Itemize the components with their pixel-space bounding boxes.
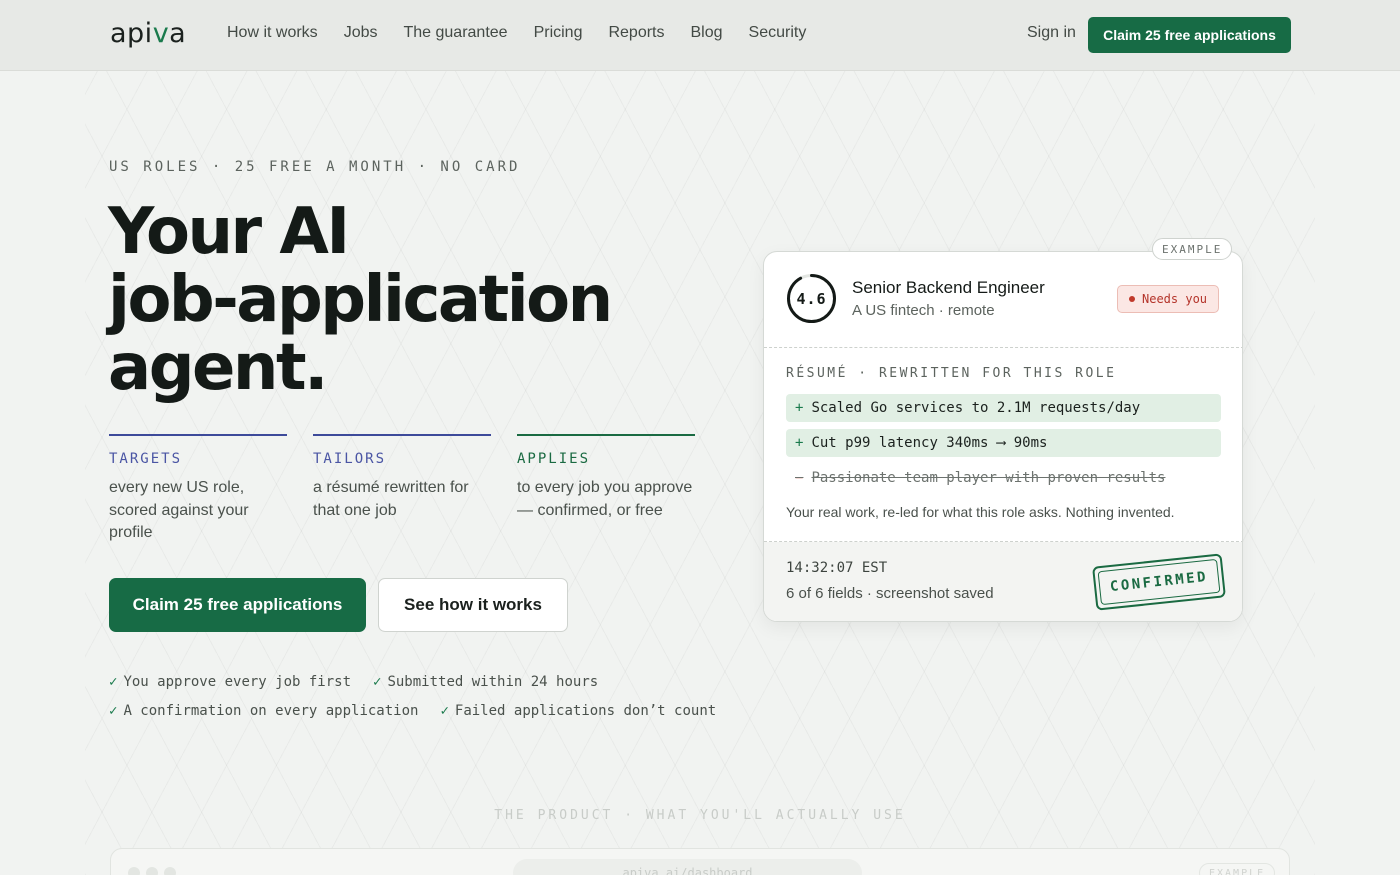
resume-label: RÉSUMÉ · REWRITTEN FOR THIS ROLE (786, 366, 1117, 381)
feature-text: a résumé rewritten for that one job (313, 479, 469, 519)
check-icon: ✓ (373, 673, 382, 690)
feature-title: TARGETS (109, 451, 183, 467)
fields-summary: 6 of 6 fields · screenshot saved (786, 585, 994, 602)
nav-link-pricing[interactable]: Pricing (534, 24, 583, 42)
guarantee-checklist: ✓ You approve every job first ✓ Submitted … (109, 667, 716, 725)
check-icon: ✓ (440, 702, 449, 719)
claim-applications-button[interactable]: Claim 25 free applications (109, 578, 366, 632)
resume-line-added: + Scaled Go services to 2.1M requests/day (786, 394, 1221, 422)
window-controls (128, 867, 176, 875)
check-icon: ✓ (109, 673, 118, 690)
product-preview-window: apiva.ai/dashboard EXAMPLE (110, 848, 1290, 875)
product-section-label: THE PRODUCT · WHAT YOU'LL ACTUALLY USE (494, 808, 906, 823)
example-tag: EXAMPLE (1152, 238, 1233, 260)
feature-title: TAILORS (313, 451, 387, 467)
hero-kicker: US ROLES · 25 FREE A MONTH · NO CARD (109, 159, 521, 175)
job-company: A US fintech · remote (852, 302, 995, 319)
nav-links: How it works Jobs The guarantee Pricing … (227, 24, 806, 42)
feature-columns: TARGETS every new US role, scored agains… (109, 434, 695, 545)
resume-note: Your real work, re-led for what this rol… (786, 504, 1175, 520)
checklist-item: ✓ Submitted within 24 hours (373, 673, 599, 690)
nav-link-blog[interactable]: Blog (691, 24, 723, 42)
confirmed-stamp: CONFIRMED (1092, 553, 1226, 611)
hero-headline: Your AI job-application agent. (108, 195, 613, 405)
sign-in-link[interactable]: Sign in (1027, 24, 1076, 42)
checklist-item: ✓ Failed applications don’t count (440, 702, 717, 719)
nav-link-security[interactable]: Security (749, 24, 807, 42)
checklist-item: ✓ You approve every job first (109, 673, 352, 690)
top-nav: apiva How it works Jobs The guarantee Pr… (0, 0, 1400, 71)
feature-title: APPLIES (517, 451, 591, 467)
logo[interactable]: apiva (110, 18, 186, 49)
nav-link-reports[interactable]: Reports (608, 24, 664, 42)
example-application-card: 4.6 Senior Backend Engineer A US fintech… (763, 251, 1243, 622)
nav-link-how-it-works[interactable]: How it works (227, 24, 318, 42)
feature-applies: APPLIES to every job you approve — confi… (517, 434, 695, 545)
job-title: Senior Backend Engineer (852, 278, 1045, 297)
feature-text: every new US role, scored against your p… (109, 479, 249, 541)
check-icon: ✓ (109, 702, 118, 719)
feature-text: to every job you approve — confirmed, or… (517, 479, 693, 519)
checklist-item: ✓ A confirmation on every application (109, 702, 419, 719)
card-footer: 14:32:07 EST 6 of 6 fields · screenshot … (764, 542, 1242, 621)
logo-checkmark-v: v (152, 18, 170, 49)
preview-example-tag: EXAMPLE (1199, 863, 1276, 875)
nav-cta-button[interactable]: Claim 25 free applications (1088, 17, 1291, 53)
see-how-it-works-button[interactable]: See how it works (378, 578, 568, 632)
feature-tailors: TAILORS a résumé rewritten for that one … (313, 434, 491, 545)
match-score: 4.6 (796, 289, 827, 308)
nav-link-jobs[interactable]: Jobs (344, 24, 378, 42)
resume-line-removed: − Passionate team player with proven resu… (795, 470, 1166, 486)
status-badge: Needs you (1117, 285, 1220, 313)
resume-line-added: + Cut p99 latency 340ms ⟶ 90ms (786, 429, 1221, 457)
preview-url-bar: apiva.ai/dashboard (513, 859, 862, 875)
nav-link-guarantee[interactable]: The guarantee (403, 24, 507, 42)
feature-targets: TARGETS every new US role, scored agains… (109, 434, 287, 545)
submission-time: 14:32:07 EST (786, 560, 888, 576)
divider (764, 347, 1242, 348)
status-dot-icon (1129, 296, 1135, 302)
